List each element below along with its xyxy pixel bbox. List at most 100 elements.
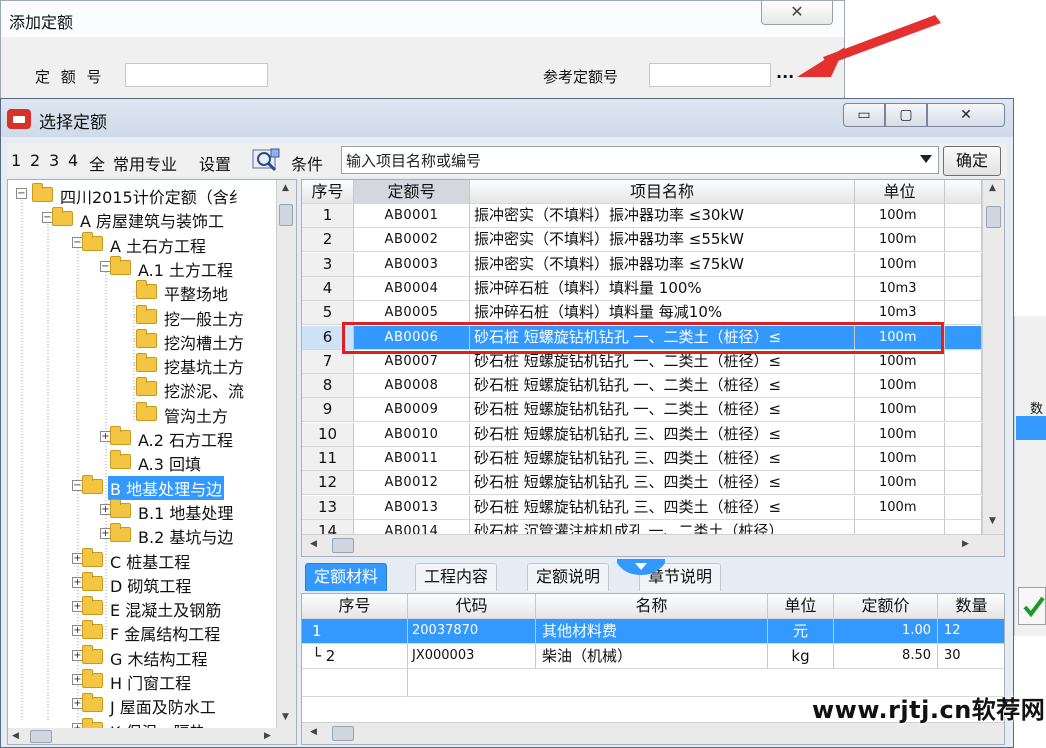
tree-node[interactable]: + D 砌筑工程 (8, 571, 276, 596)
tree-node-label: 挖基坑土方 (164, 358, 245, 378)
grid-vertical-scrollbar[interactable]: ▲ ▼ (982, 180, 1004, 534)
scroll-left-icon[interactable]: ◀ (310, 727, 317, 737)
cell-seq: 10 (302, 422, 354, 447)
cell-name: 振冲密实（不填料）振冲器功率 ≤55kW (470, 228, 855, 253)
mat-col-unit[interactable]: 单位 (768, 594, 834, 619)
folder-icon (136, 353, 157, 373)
reference-quota-input[interactable] (649, 63, 771, 87)
materials-horizontal-scrollbar[interactable]: ◀ (302, 722, 1004, 744)
tree-level-4-button[interactable]: 4 (68, 151, 78, 170)
tree-node[interactable]: 管沟土方 (8, 401, 276, 426)
grid-hscroll-thumb[interactable] (332, 538, 354, 553)
cell-code: AB0008 (354, 374, 470, 399)
tree-node-label: 管沟土方 (164, 406, 229, 426)
col-header-name[interactable]: 项目名称 (470, 180, 855, 204)
minimize-icon: ▭ (857, 107, 871, 123)
tree-node[interactable]: 挖基坑土方 (8, 352, 276, 378)
mat-col-name[interactable]: 名称 (536, 594, 768, 619)
grid-scroll-thumb[interactable] (986, 206, 1001, 228)
tab-quota-materials[interactable]: 定额材料 (305, 563, 388, 591)
tree-node[interactable]: + A.2 石方工程 (8, 425, 276, 450)
collapse-panel-icon[interactable] (617, 559, 665, 575)
settings-button[interactable]: 设置 (199, 151, 231, 175)
materials-hscroll-thumb[interactable] (332, 726, 354, 741)
tree-node[interactable]: 平整场地 (8, 279, 276, 304)
scroll-up-icon[interactable]: ▲ (282, 183, 289, 193)
maximize-button[interactable]: ▢ (885, 103, 927, 127)
scroll-up-icon[interactable]: ▲ (989, 183, 996, 193)
scroll-down-icon[interactable]: ▼ (989, 516, 996, 526)
tree-node-label: A.2 石方工程 (138, 431, 234, 450)
close-button[interactable]: ✕ (927, 103, 1005, 127)
mat-cell-code: 20037870 (408, 619, 536, 644)
search-input[interactable] (346, 151, 906, 171)
tree-node[interactable]: − A 土石方工程 (8, 231, 276, 256)
col-header-unit[interactable]: 单位 (855, 180, 945, 204)
tree-level-3-button[interactable]: 3 (49, 151, 59, 170)
confirm-button[interactable] (1018, 587, 1046, 625)
cell-code: AB0010 (354, 422, 470, 447)
scroll-right-icon[interactable]: ▶ (264, 731, 271, 741)
tab-work-content[interactable]: 工程内容 (415, 563, 498, 591)
tree-node[interactable]: + G 木结构工程 (8, 644, 276, 669)
tree-level-2-button[interactable]: 2 (30, 151, 40, 170)
tree-horizontal-scrollbar[interactable]: ◀ ▶ (8, 728, 296, 744)
mat-col-code[interactable]: 代码 (408, 594, 536, 619)
tree-node-label: A.3 回填 (138, 455, 202, 475)
condition-button[interactable]: 条件 (291, 151, 323, 175)
tree-node[interactable]: 挖淤泥、流 (8, 376, 276, 401)
tree-vertical-scrollbar[interactable]: ▲ ▼ (276, 180, 296, 728)
tree-scroll-thumb[interactable] (279, 204, 293, 226)
tree-node[interactable]: − B 地基处理与边 (8, 474, 276, 500)
condition-filter-icon[interactable] (251, 147, 281, 173)
folder-icon (52, 207, 73, 227)
tree-node[interactable]: + B.2 基坑与边 (8, 522, 276, 547)
ok-button[interactable]: 确定 (943, 146, 1001, 176)
mat-col-qty[interactable]: 数量 (938, 594, 1004, 619)
tree-node[interactable]: A.3 回填 (8, 449, 276, 475)
tree-node[interactable]: + F 金属结构工程 (8, 619, 276, 644)
tree-node[interactable]: 挖一般土方 (8, 304, 276, 329)
cell-seq: 8 (302, 374, 354, 399)
tree-node[interactable]: + E 混凝土及钢筋 (8, 595, 276, 620)
tree-node[interactable]: + H 门窗工程 (8, 668, 276, 693)
folder-icon (82, 620, 103, 640)
tree-node[interactable]: − A.1 土方工程 (8, 255, 276, 280)
select-quota-title: 选择定额 (39, 113, 107, 133)
folder-icon (136, 304, 157, 324)
cell-seq: 1 (302, 204, 354, 228)
scroll-down-icon[interactable]: ▼ (282, 712, 289, 722)
common-specialty-button[interactable]: 常用专业 (113, 151, 177, 175)
cell-seq: 2 (302, 228, 354, 253)
red-highlight-annotation (342, 322, 944, 354)
cell-unit: 100m (855, 374, 945, 399)
quota-number-input[interactable] (125, 63, 268, 87)
chevron-down-icon[interactable] (920, 155, 932, 163)
tree-node[interactable]: − 四川2015计价定额（含纟 (8, 182, 276, 207)
scroll-left-icon[interactable]: ◀ (12, 731, 19, 741)
tree-node[interactable]: + J 屋面及防水工 (8, 692, 276, 717)
tree-node-label: G 木结构工程 (110, 649, 208, 669)
grid-horizontal-scrollbar[interactable]: ◀ ▶ (302, 534, 1004, 556)
collapse-icon[interactable]: − (16, 188, 27, 199)
mat-col-seq[interactable]: 序号 (302, 594, 408, 619)
cell-unit: 100m (855, 228, 945, 253)
search-combobox[interactable] (341, 146, 939, 174)
tree-level-1-button[interactable]: 1 (11, 151, 21, 170)
tree-node[interactable]: + B.1 地基处理 (8, 498, 276, 523)
col-header-seq[interactable]: 序号 (302, 180, 354, 204)
tree-expand-all-button[interactable]: 全 (89, 151, 105, 175)
folder-icon (82, 571, 103, 591)
select-quota-titlebar: 选择定额 ▭ ▢ ✕ (1, 99, 1013, 137)
tab-quota-notes[interactable]: 定额说明 (527, 563, 610, 591)
tree-node[interactable]: 挖沟槽土方 (8, 328, 276, 353)
tree-hscroll-thumb[interactable] (30, 730, 52, 743)
tree-node[interactable]: − A 房屋建筑与装饰工 (8, 206, 276, 231)
scroll-right-icon[interactable]: ▶ (962, 539, 969, 549)
col-header-code[interactable]: 定额号 (354, 180, 470, 204)
cell-seq: 11 (302, 447, 354, 471)
scroll-left-icon[interactable]: ◀ (310, 539, 317, 549)
minimize-button[interactable]: ▭ (843, 103, 885, 127)
mat-col-price[interactable]: 定额价 (834, 594, 938, 619)
tree-node[interactable]: + C 桩基工程 (8, 547, 276, 572)
